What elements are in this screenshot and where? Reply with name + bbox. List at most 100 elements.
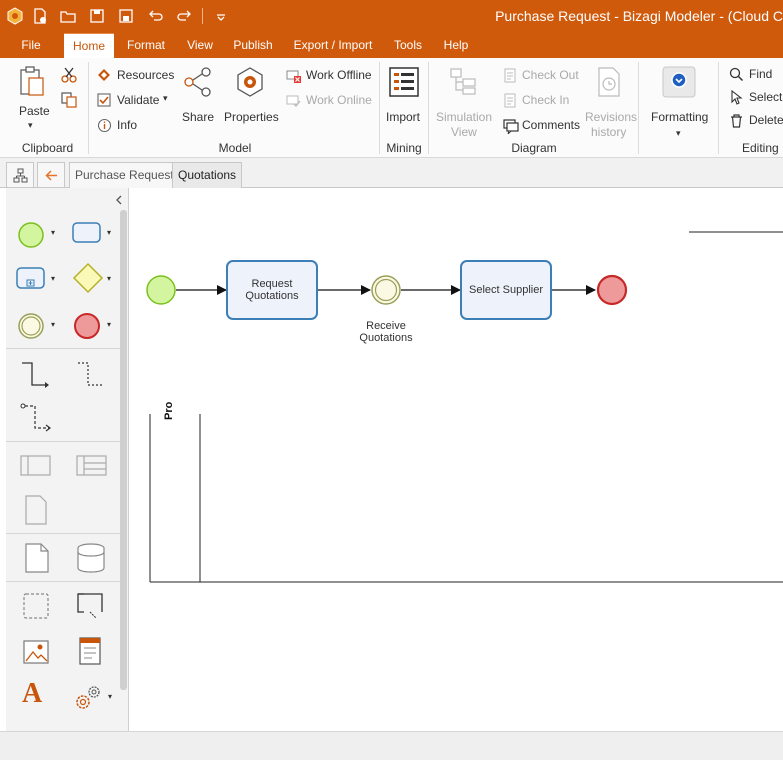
comments-button[interactable]: Comments <box>502 117 582 135</box>
tab-publish[interactable]: Publish <box>227 33 279 58</box>
title-bar: Purchase Request - Bizagi Modeler - (Clo… <box>0 0 783 32</box>
intermediate-event-dropdown-icon[interactable]: ▾ <box>51 320 55 329</box>
collapse-palette-icon[interactable] <box>114 194 124 206</box>
end-event-dropdown-icon[interactable]: ▾ <box>107 320 111 329</box>
process-map-button[interactable] <box>6 162 34 188</box>
paste-dropdown-icon[interactable]: ▾ <box>28 120 33 131</box>
sequence-flow-icon[interactable] <box>20 360 52 390</box>
toolbar-divider <box>202 8 203 24</box>
start-event-icon[interactable] <box>16 220 46 250</box>
subprocess-icon[interactable] <box>16 266 46 292</box>
tab-home[interactable]: Home <box>64 33 114 58</box>
import-button[interactable]: Import <box>384 64 424 124</box>
data-store-icon[interactable] <box>76 542 106 574</box>
work-offline-button[interactable]: Work Offline <box>286 67 372 85</box>
formatting-button[interactable]: Formatting ▾ <box>644 64 714 142</box>
image-icon[interactable] <box>22 638 50 666</box>
paste-button[interactable]: Paste ▾ <box>10 64 54 136</box>
header-icon[interactable] <box>78 636 102 666</box>
work-online-icon <box>286 95 301 108</box>
save-icon[interactable] <box>88 7 106 25</box>
diagram-group-label: Diagram <box>511 141 557 155</box>
properties-icon <box>237 67 263 97</box>
redo-icon[interactable] <box>175 7 193 25</box>
tab-quotations[interactable]: Quotations <box>172 162 243 188</box>
diagram-canvas[interactable]: Request Quotations Select Supplier Receiv… <box>129 188 783 731</box>
palette-separator <box>6 581 121 582</box>
check-in-icon <box>504 93 516 108</box>
task-select-supplier[interactable]: Select Supplier <box>460 260 552 320</box>
resources-button[interactable]: Resources <box>96 67 176 85</box>
trash-icon <box>731 114 742 128</box>
formatting-icon <box>662 66 696 98</box>
work-online-button[interactable]: Work Online <box>286 92 372 110</box>
back-button[interactable] <box>37 162 65 188</box>
save-as-icon[interactable] <box>117 7 135 25</box>
delete-button[interactable]: Delete <box>728 112 783 130</box>
menu-bar: File Home Format View Publish Export / I… <box>0 32 783 58</box>
check-out-button[interactable]: Check Out <box>502 67 582 85</box>
data-object-icon[interactable] <box>24 542 50 574</box>
task-shape-icon[interactable] <box>72 221 102 245</box>
validate-button[interactable]: Validate ▾ <box>96 92 176 110</box>
simulation-view-label-line2: View <box>451 125 477 139</box>
select-label: Select <box>749 90 783 104</box>
customize-toolbar-icon[interactable] <box>212 7 230 25</box>
document-tab-bar: Purchase Request Quotations <box>0 158 783 188</box>
start-event-dropdown-icon[interactable]: ▾ <box>51 228 55 237</box>
share-button[interactable]: Share <box>179 64 217 124</box>
open-folder-icon[interactable] <box>59 7 77 25</box>
milestone-icon[interactable] <box>24 494 48 526</box>
select-button[interactable]: Select <box>728 89 783 107</box>
pool-icon[interactable] <box>20 454 52 478</box>
subprocess-dropdown-icon[interactable]: ▾ <box>51 274 55 283</box>
check-out-icon <box>504 68 516 83</box>
tab-view[interactable]: View <box>179 33 221 58</box>
resources-label: Resources <box>117 68 175 82</box>
menu-file[interactable]: File <box>10 33 52 58</box>
group-separator <box>638 62 639 154</box>
task-dropdown-icon[interactable]: ▾ <box>107 228 111 237</box>
properties-button[interactable]: Properties <box>222 64 280 124</box>
copy-icon[interactable] <box>60 91 78 109</box>
start-event[interactable] <box>146 275 176 305</box>
find-button[interactable]: Find <box>728 66 783 84</box>
event-label-line2: Quotations <box>359 332 413 344</box>
revisions-history-button[interactable]: Revisions history <box>584 64 637 139</box>
text-tool-icon[interactable]: A <box>22 680 42 708</box>
end-event[interactable] <box>596 274 628 306</box>
event-label-line1: Receive <box>366 320 406 332</box>
task-request-quotations[interactable]: Request Quotations <box>226 260 318 320</box>
simulation-view-button[interactable]: Simulation View <box>432 64 494 139</box>
check-in-button[interactable]: Check In <box>502 92 582 110</box>
gear-dropdown-icon[interactable]: ▾ <box>108 692 112 701</box>
gear-icon[interactable] <box>74 684 106 712</box>
tab-format[interactable]: Format <box>120 33 172 58</box>
find-label: Find <box>749 67 773 81</box>
gateway-dropdown-icon[interactable]: ▾ <box>107 274 111 283</box>
cut-icon[interactable] <box>60 66 78 84</box>
check-in-label: Check In <box>522 93 570 107</box>
tab-export-import[interactable]: Export / Import <box>287 33 379 58</box>
share-label: Share <box>182 110 215 124</box>
gateway-icon[interactable] <box>72 262 104 294</box>
group-icon[interactable] <box>22 592 50 620</box>
receive-quotations-event[interactable] <box>371 275 401 305</box>
import-label: Import <box>386 110 421 124</box>
undo-icon[interactable] <box>147 7 165 25</box>
new-file-icon[interactable] <box>31 7 49 25</box>
palette-scrollbar[interactable] <box>120 210 127 690</box>
status-bar <box>0 731 783 760</box>
end-event-icon[interactable] <box>72 311 102 341</box>
tab-help[interactable]: Help <box>437 33 475 58</box>
tab-purchase-request[interactable]: Purchase Request <box>69 162 180 188</box>
message-flow-icon[interactable] <box>20 402 54 436</box>
tab-tools[interactable]: Tools <box>386 33 430 58</box>
association-icon[interactable] <box>76 360 108 390</box>
formatting-dropdown-icon: ▾ <box>676 128 681 138</box>
info-button[interactable]: Info <box>96 117 156 135</box>
intermediate-event-icon[interactable] <box>16 311 46 341</box>
find-icon <box>729 67 744 82</box>
annotation-icon[interactable] <box>76 592 106 620</box>
lane-icon[interactable] <box>76 454 108 478</box>
